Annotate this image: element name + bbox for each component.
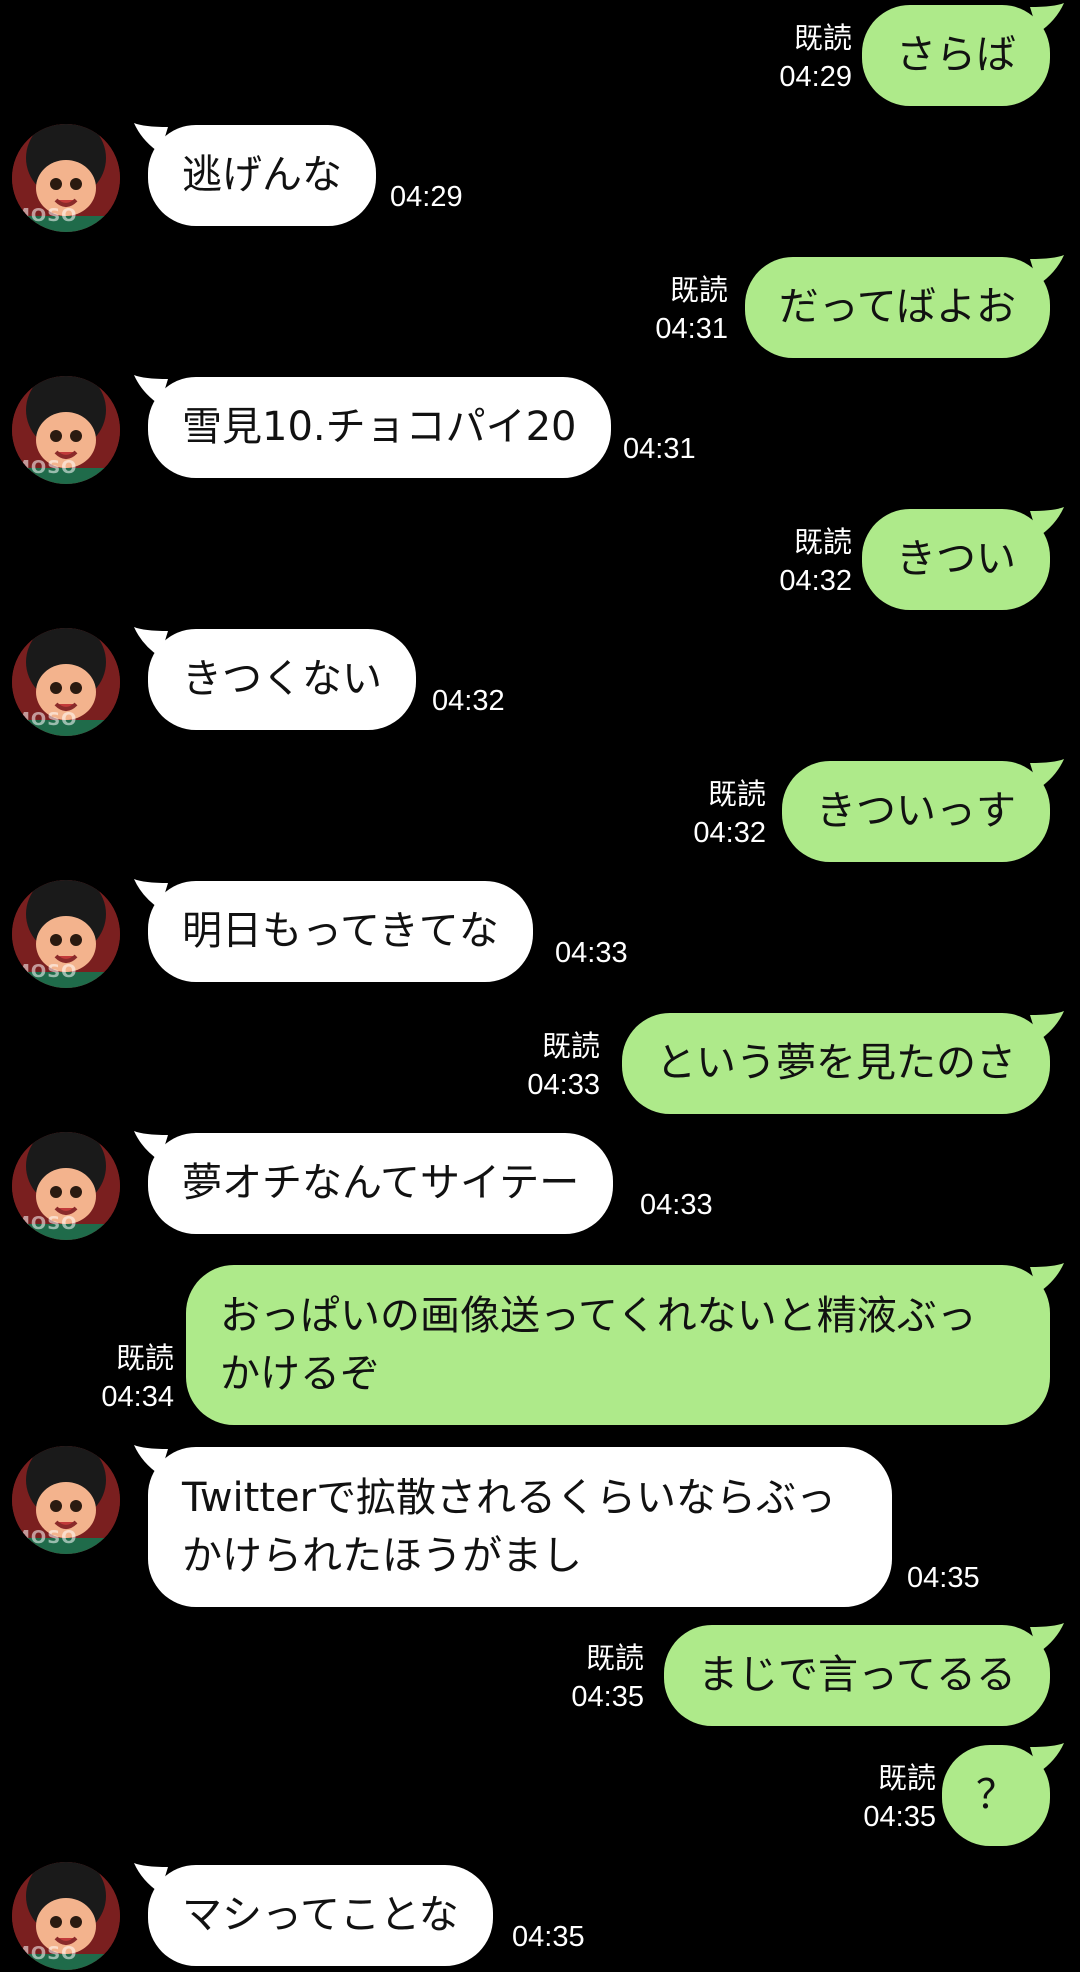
message-time: 04:33 (555, 937, 628, 969)
read-receipt: 既読 04:35 (571, 1643, 644, 1713)
avatar-watermark: MOSO (12, 457, 78, 478)
contact-avatar[interactable]: MOSO (12, 628, 120, 736)
read-receipt: 既読 04:34 (101, 1343, 174, 1413)
chat-log: 既読 04:29 さらば MOSO 逃げんな 04:29 既読 04:31 だってば… (0, 0, 1080, 1972)
message-bubble-sent[interactable]: きつい (862, 507, 1064, 610)
message-bubble-sent[interactable]: ？ (942, 1743, 1064, 1846)
avatar-watermark: MOSO (12, 1943, 78, 1964)
read-receipt: 既読 04:29 (779, 23, 852, 93)
message-bubble-received[interactable]: 夢オチなんてサイテー (134, 1131, 614, 1234)
message-bubble-sent[interactable]: まじで言ってるる (664, 1623, 1064, 1726)
message-bubble-received[interactable]: Twitterで拡散されるくらいならぶっ かけられたほうがまし (134, 1445, 892, 1607)
avatar-watermark: MOSO (12, 961, 78, 982)
contact-avatar[interactable]: MOSO (12, 1132, 120, 1240)
read-receipt: 既読 04:31 (655, 275, 728, 345)
message-time: 04:32 (432, 685, 505, 717)
message-bubble-received[interactable]: 明日もってきてな (134, 879, 533, 982)
read-receipt: 既読 04:32 (779, 527, 852, 597)
message-bubble-sent[interactable]: さらば (862, 3, 1064, 106)
avatar-watermark: MOSO (12, 205, 78, 226)
contact-avatar[interactable]: MOSO (12, 880, 120, 988)
read-receipt: 既読 04:32 (693, 779, 766, 849)
message-bubble-received[interactable]: マシってことな (134, 1863, 493, 1966)
message-time: 04:35 (512, 1921, 585, 1953)
message-time: 04:35 (907, 1562, 980, 1594)
read-receipt: 既読 04:35 (863, 1763, 936, 1833)
message-time: 04:29 (390, 181, 463, 213)
message-time: 04:31 (623, 433, 696, 465)
message-bubble-received[interactable]: 雪見10.チョコパイ20 (134, 375, 611, 478)
contact-avatar[interactable]: MOSO (12, 376, 120, 484)
message-bubble-sent[interactable]: きついっす (782, 759, 1064, 862)
avatar-watermark: MOSO (12, 709, 78, 730)
avatar-watermark: MOSO (12, 1527, 78, 1548)
message-bubble-sent[interactable]: だってばよお (744, 255, 1064, 358)
message-bubble-received[interactable]: 逃げんな (134, 123, 376, 226)
message-bubble-received[interactable]: きつくない (134, 627, 416, 730)
contact-avatar[interactable]: MOSO (12, 1446, 120, 1554)
message-time: 04:33 (640, 1189, 713, 1221)
avatar-watermark: MOSO (12, 1213, 78, 1234)
message-bubble-sent[interactable]: おっぱいの画像送ってくれないと精液ぶっ かけるぞ (186, 1263, 1064, 1425)
message-bubble-sent[interactable]: という夢を見たのさ (622, 1011, 1064, 1114)
contact-avatar[interactable]: MOSO (12, 1862, 120, 1970)
read-receipt: 既読 04:33 (527, 1031, 600, 1101)
contact-avatar[interactable]: MOSO (12, 124, 120, 232)
